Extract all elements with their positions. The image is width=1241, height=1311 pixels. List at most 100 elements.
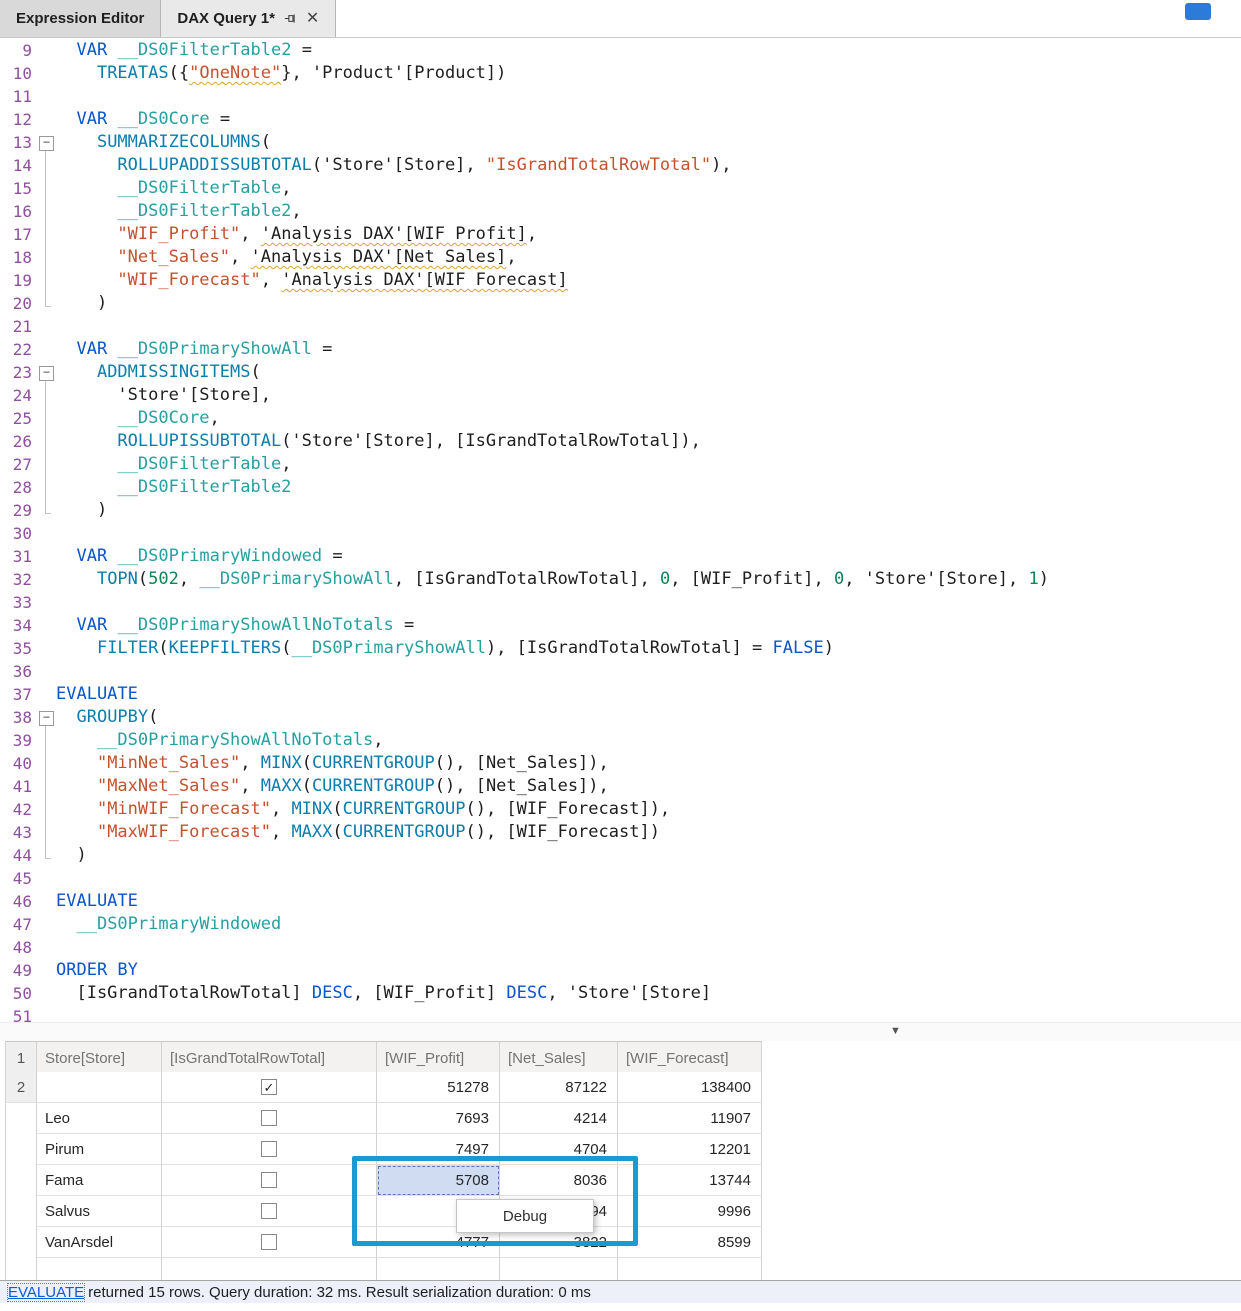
code-line[interactable]: 15 __DS0FilterTable, — [0, 177, 1241, 200]
fold-toggle-icon[interactable] — [38, 361, 56, 384]
line-number: 49 — [0, 959, 38, 982]
code-line[interactable]: 35 FILTER(KEEPFILTERS(__DS0PrimaryShowAl… — [0, 637, 1241, 660]
checkbox-unchecked[interactable] — [261, 1172, 277, 1188]
grid-cell-store[interactable]: VanArsdel — [37, 1227, 162, 1258]
code-line[interactable]: 40 "MinNet_Sales", MINX(CURRENTGROUP(), … — [0, 752, 1241, 775]
collapse-results-icon[interactable]: ▼ — [890, 1025, 901, 1037]
code-line[interactable]: 12 VAR __DS0Core = — [0, 108, 1241, 131]
code-line[interactable]: 14 ROLLUPADDISSUBTOTAL('Store'[Store], "… — [0, 154, 1241, 177]
code-line[interactable]: 17 "WIF_Profit", 'Analysis DAX'[WIF Prof… — [0, 223, 1241, 246]
code-line[interactable]: 39 __DS0PrimaryShowAllNoTotals, — [0, 729, 1241, 752]
code-token: 0 — [660, 569, 670, 589]
grid-cell-value[interactable]: 8599 — [618, 1227, 762, 1258]
column-header[interactable]: [Net_Sales] — [500, 1041, 618, 1075]
code-line[interactable]: 49ORDER BY — [0, 959, 1241, 982]
code-line[interactable]: 36 — [0, 660, 1241, 683]
code-line[interactable]: 24 'Store'[Store], — [0, 384, 1241, 407]
fold-toggle-icon[interactable] — [38, 131, 56, 154]
code-line[interactable]: 28 __DS0FilterTable2 — [0, 476, 1241, 499]
grid-cell-value[interactable]: 51278 — [377, 1072, 500, 1103]
column-header[interactable]: [WIF_Profit] — [377, 1041, 500, 1075]
code-token: ( — [250, 362, 260, 382]
pin-icon[interactable] — [284, 12, 297, 25]
code-line[interactable]: 30 — [0, 522, 1241, 545]
grid-cell-total-flag[interactable]: ✓ — [162, 1072, 377, 1103]
close-icon[interactable]: ✕ — [306, 11, 319, 27]
grid-cell-value[interactable]: 4214 — [500, 1103, 618, 1134]
code-line[interactable]: 41 "MaxNet_Sales", MAXX(CURRENTGROUP(), … — [0, 775, 1241, 798]
grid-cell-store[interactable]: Fama — [37, 1165, 162, 1196]
code-line[interactable]: 21 — [0, 315, 1241, 338]
grid-cell-store[interactable]: Salvus — [37, 1196, 162, 1227]
code-line[interactable]: 50 [IsGrandTotalRowTotal] DESC, [WIF_Pro… — [0, 982, 1241, 1005]
code-line[interactable]: 29 ) — [0, 499, 1241, 522]
fold-toggle-icon[interactable] — [38, 706, 56, 729]
checkbox-unchecked[interactable] — [261, 1203, 277, 1219]
code-token: __DS0Core — [117, 408, 209, 428]
code-line[interactable]: 23 ADDMISSINGITEMS( — [0, 361, 1241, 384]
tab-dax-query-1[interactable]: DAX Query 1* ✕ — [160, 0, 336, 37]
blue-indicator-icon[interactable] — [1185, 3, 1211, 20]
grid-cell-total-flag[interactable] — [162, 1227, 377, 1258]
code-line[interactable]: 45 — [0, 867, 1241, 890]
code-line[interactable]: 42 "MinWIF_Forecast", MINX(CURRENTGROUP(… — [0, 798, 1241, 821]
grid-cell-total-flag[interactable] — [162, 1103, 377, 1134]
code-line[interactable]: 26 ROLLUPISSUBTOTAL('Store'[Store], [IsG… — [0, 430, 1241, 453]
grid-cell-store[interactable]: Pirum — [37, 1134, 162, 1165]
grid-cell-store[interactable] — [37, 1072, 162, 1103]
code-text: __DS0FilterTable2 — [56, 476, 291, 499]
tab-expression-editor[interactable]: Expression Editor — [0, 0, 160, 37]
checkbox-unchecked[interactable] — [261, 1141, 277, 1157]
code-line[interactable]: 44 ) — [0, 844, 1241, 867]
grid-cell-value[interactable] — [500, 1258, 618, 1280]
code-line[interactable]: 18 "Net_Sales", 'Analysis DAX'[Net Sales… — [0, 246, 1241, 269]
code-line[interactable]: 32 TOPN(502, __DS0PrimaryShowAll, [IsGra… — [0, 568, 1241, 591]
grid-cell-value[interactable] — [618, 1258, 762, 1280]
dax-code-editor[interactable]: 9 VAR __DS0FilterTable2 =10 TREATAS({"On… — [0, 39, 1241, 1022]
grid-cell-value[interactable]: 138400 — [618, 1072, 762, 1103]
grid-cell-value[interactable]: 12201 — [618, 1134, 762, 1165]
grid-cell-store[interactable]: Leo — [37, 1103, 162, 1134]
code-line[interactable]: 16 __DS0FilterTable2, — [0, 200, 1241, 223]
grid-cell-value[interactable]: 13744 — [618, 1165, 762, 1196]
code-line[interactable]: 48 — [0, 936, 1241, 959]
checkbox-unchecked[interactable] — [261, 1234, 277, 1250]
column-header[interactable]: [IsGrandTotalRowTotal] — [162, 1041, 377, 1075]
code-line[interactable]: 27 __DS0FilterTable, — [0, 453, 1241, 476]
code-line[interactable]: 9 VAR __DS0FilterTable2 = — [0, 39, 1241, 62]
grid-cell-total-flag[interactable] — [162, 1134, 377, 1165]
grid-cell-total-flag[interactable] — [162, 1165, 377, 1196]
checkbox-checked[interactable]: ✓ — [261, 1079, 277, 1095]
grid-cell-total-flag[interactable] — [162, 1196, 377, 1227]
grid-cell-value[interactable]: 7693 — [377, 1103, 500, 1134]
grid-cell-value[interactable]: 11907 — [618, 1103, 762, 1134]
code-line[interactable]: 46EVALUATE — [0, 890, 1241, 913]
code-line[interactable]: 37EVALUATE — [0, 683, 1241, 706]
code-line[interactable]: 47 __DS0PrimaryWindowed — [0, 913, 1241, 936]
checkbox-unchecked[interactable] — [261, 1110, 277, 1126]
code-line[interactable]: 33 — [0, 591, 1241, 614]
grid-cell-total-flag[interactable] — [162, 1258, 377, 1280]
code-line[interactable]: 25 __DS0Core, — [0, 407, 1241, 430]
grid-cell-value[interactable] — [377, 1258, 500, 1280]
code-line[interactable]: 43 "MaxWIF_Forecast", MAXX(CURRENTGROUP(… — [0, 821, 1241, 844]
code-token: VAR — [76, 546, 107, 566]
code-line[interactable]: 20 ) — [0, 292, 1241, 315]
code-line[interactable]: 51 — [0, 1005, 1241, 1022]
column-header[interactable]: Store[Store] — [37, 1041, 162, 1075]
code-line[interactable]: 22 VAR __DS0PrimaryShowAll = — [0, 338, 1241, 361]
column-header[interactable]: [WIF_Forecast] — [618, 1041, 762, 1075]
grid-cell-store[interactable] — [37, 1258, 162, 1280]
code-line[interactable]: 19 "WIF_Forecast", 'Analysis DAX'[WIF Fo… — [0, 269, 1241, 292]
evaluate-link[interactable]: EVALUATE — [8, 1284, 84, 1301]
line-number: 45 — [0, 867, 38, 890]
editor-results-splitter[interactable]: ▼ — [0, 1022, 1241, 1041]
code-line[interactable]: 10 TREATAS({"OneNote"}, 'Product'[Produc… — [0, 62, 1241, 85]
code-line[interactable]: 38 GROUPBY( — [0, 706, 1241, 729]
code-line[interactable]: 31 VAR __DS0PrimaryWindowed = — [0, 545, 1241, 568]
code-line[interactable]: 34 VAR __DS0PrimaryShowAllNoTotals = — [0, 614, 1241, 637]
code-line[interactable]: 13 SUMMARIZECOLUMNS( — [0, 131, 1241, 154]
grid-cell-value[interactable]: 9996 — [618, 1196, 762, 1227]
code-line[interactable]: 11 — [0, 85, 1241, 108]
grid-cell-value[interactable]: 87122 — [500, 1072, 618, 1103]
